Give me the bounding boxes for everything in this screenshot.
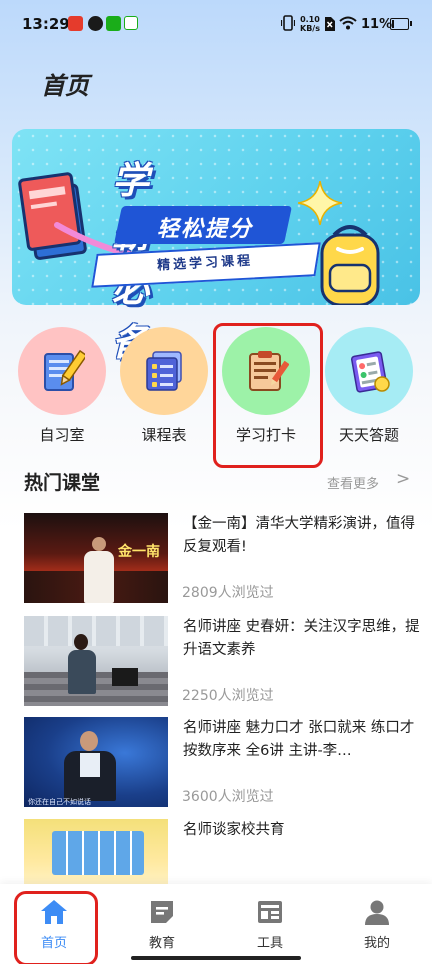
quick-entry-schedule[interactable]: 课程表 xyxy=(120,327,212,457)
battery-percent: 11% xyxy=(361,17,393,32)
classroom-wall xyxy=(24,616,168,646)
speaker-head xyxy=(92,537,106,551)
notification-app-icon xyxy=(124,16,138,30)
quick-entry-daily-quiz[interactable]: 天天答题 xyxy=(325,327,417,457)
speaker-shirt xyxy=(80,753,100,777)
quick-entry-study-room[interactable]: 自习室 xyxy=(18,327,110,457)
highlight-box-home-tab xyxy=(14,891,98,964)
course-thumbnail xyxy=(24,819,168,889)
vibrate-icon xyxy=(281,15,295,31)
banner-subline: 轻松提分 xyxy=(156,217,253,242)
course-title: 【金一南】清华大学精彩演讲，值得反复观看! xyxy=(183,516,415,555)
course-views: 3600人浏览过 xyxy=(182,789,274,805)
battery-fill xyxy=(392,20,394,28)
quick-entry-circle xyxy=(325,327,413,415)
course-thumbnail: 你还在自己不如说话 xyxy=(24,717,168,807)
see-more-link[interactable]: 查看更多 xyxy=(327,473,379,492)
status-bar: 13:29 0.10 KB/s 11% xyxy=(0,0,432,50)
tab-label: 工具 xyxy=(256,936,283,951)
quick-entry-label: 天天答题 xyxy=(338,426,399,444)
quick-entry-label: 自习室 xyxy=(39,426,85,444)
course-item[interactable]: 名师讲座 史春妍：关注汉字思维，提升语文素养 2250人浏览过 xyxy=(24,616,424,708)
schedule-list-icon xyxy=(146,351,182,391)
speaker-head xyxy=(80,731,98,751)
wechat-notification-icon xyxy=(106,16,121,31)
course-title: 名师讲座 史春妍：关注汉字思维，提升语文素养 xyxy=(183,619,420,658)
document-icon xyxy=(151,901,173,923)
laptop xyxy=(112,668,138,686)
notification-app-icon xyxy=(88,16,103,31)
course-item[interactable]: 名师谈家校共育 xyxy=(24,819,424,889)
battery-icon xyxy=(390,18,412,30)
home-indicator xyxy=(131,956,301,960)
app-screen: 13:29 0.10 KB/s 11% 首页 学 必 轻松提分 精选学习课程 自… xyxy=(0,0,432,964)
thumbnail-caption: 金一南 xyxy=(118,544,160,560)
wifi-icon xyxy=(339,16,357,30)
no-sim-icon xyxy=(325,17,335,31)
pencil-notepad-icon xyxy=(44,349,85,391)
speaker-head xyxy=(74,634,88,650)
course-thumbnail: 金一南 xyxy=(24,513,168,603)
tab-education[interactable]: 教育 xyxy=(122,884,202,964)
thumbnail-caption: 你还在自己不如说话 xyxy=(28,798,91,806)
network-speed-unit: KB/s xyxy=(300,24,320,33)
toolbox-icon xyxy=(258,901,282,923)
course-views: 2250人浏览过 xyxy=(182,688,274,704)
highlight-box-checkin xyxy=(213,323,323,468)
tab-label: 我的 xyxy=(363,936,390,951)
user-icon xyxy=(365,900,389,925)
quiz-notebook-icon xyxy=(351,351,390,393)
network-speed-value: 0.10 xyxy=(300,15,320,24)
classroom-desks xyxy=(24,672,168,706)
quick-entry-circle xyxy=(120,327,208,415)
page-title: 首页 xyxy=(41,72,89,100)
section-title-hot: 热门课堂 xyxy=(24,472,101,494)
course-title: 名师谈家校共育 xyxy=(183,822,285,838)
status-time: 13:29 xyxy=(22,15,70,33)
course-item[interactable]: 金一南 【金一南】清华大学精彩演讲，值得反复观看! 2809人浏览过 xyxy=(24,513,424,605)
network-speed: 0.10 KB/s xyxy=(300,15,320,33)
tab-tools[interactable]: 工具 xyxy=(230,884,310,964)
thumbnail-graphic xyxy=(52,831,144,875)
course-item[interactable]: 你还在自己不如说话 名师讲座 魅力口才 张口就来 练口才按数序来 全6讲 主讲-… xyxy=(24,717,424,809)
course-thumbnail xyxy=(24,616,168,706)
course-views: 2809人浏览过 xyxy=(182,585,274,601)
backpack-illustration xyxy=(320,225,380,305)
notification-app-icon xyxy=(68,16,83,31)
course-title: 名师讲座 魅力口才 张口就来 练口才按数序来 全6讲 主讲-李… xyxy=(183,720,415,759)
quick-entry-circle xyxy=(18,327,106,415)
speaker-figure xyxy=(68,650,96,694)
sparkle-icon xyxy=(298,181,342,225)
quick-entry-label: 课程表 xyxy=(141,426,187,444)
chevron-right-icon[interactable]: > xyxy=(396,469,410,489)
tab-label: 教育 xyxy=(148,936,175,951)
tab-profile[interactable]: 我的 xyxy=(337,884,417,964)
speaker-figure xyxy=(84,551,114,603)
